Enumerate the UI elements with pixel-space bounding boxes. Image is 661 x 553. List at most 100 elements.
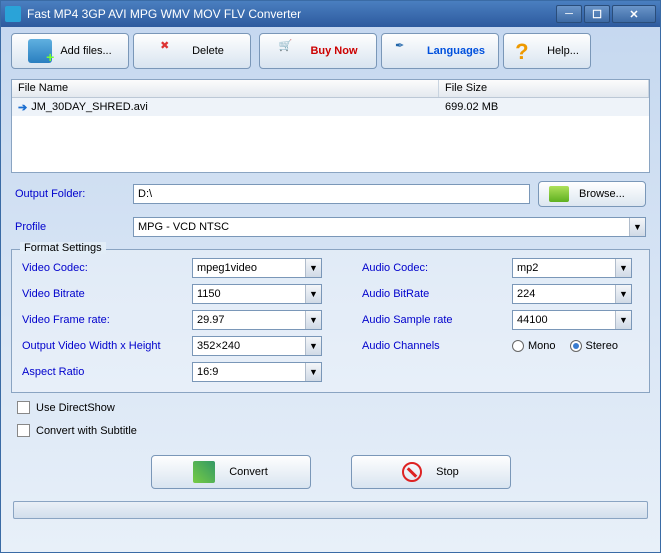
audio-bitrate-label: Audio BitRate	[362, 288, 512, 300]
buy-now-button[interactable]: 🛒 Buy Now	[259, 33, 377, 69]
toolbar: Add files... ✖ Delete 🛒 Buy Now ✒ Langua…	[1, 27, 660, 75]
languages-label: Languages	[427, 45, 485, 57]
col-header-filename[interactable]: File Name	[12, 80, 439, 97]
stereo-label: Stereo	[586, 340, 618, 352]
browse-label: Browse...	[579, 188, 625, 200]
chevron-down-icon: ▼	[305, 311, 321, 329]
chevron-down-icon: ▼	[305, 337, 321, 355]
languages-button[interactable]: ✒ Languages	[381, 33, 499, 69]
delete-button[interactable]: ✖ Delete	[133, 33, 251, 69]
mono-radio[interactable]: Mono	[512, 340, 556, 352]
audio-codec-dropdown[interactable]: mp2 ▼	[512, 258, 632, 278]
row-filename-cell: ➔ JM_30DAY_SHRED.avi	[12, 101, 439, 114]
audio-channels-group: Mono Stereo	[512, 340, 632, 352]
audio-sample-label: Audio Sample rate	[362, 314, 512, 326]
file-list[interactable]: File Name File Size ➔ JM_30DAY_SHRED.avi…	[11, 79, 650, 173]
stop-button[interactable]: Stop	[351, 455, 511, 489]
file-list-header: File Name File Size	[12, 80, 649, 98]
action-row: Convert Stop	[11, 445, 650, 495]
stereo-radio[interactable]: Stereo	[570, 340, 618, 352]
minimize-button[interactable]: ─	[556, 5, 582, 23]
directshow-row: Use DirectShow	[11, 399, 650, 416]
directshow-checkbox[interactable]	[17, 401, 30, 414]
chevron-down-icon: ▼	[615, 285, 631, 303]
chevron-down-icon: ▼	[305, 285, 321, 303]
audio-codec-value: mp2	[517, 262, 538, 274]
help-icon: ?	[515, 39, 539, 63]
video-size-label: Output Video Width x Height	[22, 340, 192, 352]
app-window: Fast MP4 3GP AVI MPG WMV MOV FLV Convert…	[0, 0, 661, 553]
stop-label: Stop	[436, 466, 459, 478]
subtitle-row: Convert with Subtitle	[11, 422, 650, 439]
add-files-label: Add files...	[60, 45, 111, 57]
titlebar: Fast MP4 3GP AVI MPG WMV MOV FLV Convert…	[1, 1, 660, 27]
help-button[interactable]: ? Help...	[503, 33, 591, 69]
languages-icon: ✒	[395, 39, 419, 63]
subtitle-checkbox[interactable]	[17, 424, 30, 437]
audio-sample-value: 44100	[517, 314, 548, 326]
arrow-right-icon: ➔	[18, 101, 27, 114]
col-header-filesize[interactable]: File Size	[439, 80, 649, 97]
profile-row: Profile MPG - VCD NTSC ▼	[11, 215, 650, 239]
video-bitrate-dropdown[interactable]: 1150 ▼	[192, 284, 322, 304]
row-filename: JM_30DAY_SHRED.avi	[31, 101, 148, 113]
video-bitrate-label: Video Bitrate	[22, 288, 192, 300]
app-icon	[5, 6, 21, 22]
output-folder-label: Output Folder:	[15, 188, 125, 200]
progress-bar	[13, 501, 648, 519]
chevron-down-icon: ▼	[615, 259, 631, 277]
row-filesize: 699.02 MB	[439, 101, 649, 113]
convert-icon	[193, 461, 215, 483]
aspect-ratio-dropdown[interactable]: 16:9 ▼	[192, 362, 322, 382]
maximize-button[interactable]: ☐	[584, 5, 610, 23]
stop-icon	[402, 462, 422, 482]
output-folder-row: Output Folder: Browse...	[11, 179, 650, 209]
format-settings-group: Format Settings Video Codec: mpeg1video▼…	[11, 249, 650, 393]
mono-label: Mono	[528, 340, 556, 352]
cart-icon: 🛒	[278, 39, 302, 63]
chevron-down-icon: ▼	[615, 311, 631, 329]
buy-now-label: Buy Now	[310, 45, 357, 57]
profile-label: Profile	[15, 221, 125, 233]
video-framerate-dropdown[interactable]: 29.97 ▼	[192, 310, 322, 330]
chevron-down-icon: ▼	[629, 218, 645, 236]
convert-button[interactable]: Convert	[151, 455, 311, 489]
add-files-icon	[28, 39, 52, 63]
convert-label: Convert	[229, 466, 268, 478]
browse-button[interactable]: Browse...	[538, 181, 646, 207]
profile-dropdown[interactable]: MPG - VCD NTSC ▼	[133, 217, 646, 237]
audio-bitrate-value: 224	[517, 288, 535, 300]
radio-icon	[512, 340, 524, 352]
folder-icon	[549, 186, 569, 202]
help-label: Help...	[547, 45, 579, 57]
video-codec-value: mpeg1video	[197, 262, 257, 274]
video-framerate-label: Video Frame rate:	[22, 314, 192, 326]
subtitle-label: Convert with Subtitle	[36, 425, 137, 437]
video-size-dropdown[interactable]: 352×240▼	[192, 336, 322, 356]
profile-value: MPG - VCD NTSC	[138, 221, 229, 233]
chevron-down-icon: ▼	[305, 363, 321, 381]
window-buttons: ─ ☐ ✕	[556, 5, 656, 23]
video-codec-dropdown[interactable]: mpeg1video ▼	[192, 258, 322, 278]
delete-icon: ✖	[160, 39, 184, 63]
delete-label: Delete	[192, 45, 224, 57]
audio-channels-label: Audio Channels	[362, 340, 512, 352]
audio-sample-dropdown[interactable]: 44100 ▼	[512, 310, 632, 330]
audio-bitrate-dropdown[interactable]: 224 ▼	[512, 284, 632, 304]
content: File Name File Size ➔ JM_30DAY_SHRED.avi…	[1, 75, 660, 552]
video-bitrate-value: 1150	[197, 288, 221, 300]
output-folder-input[interactable]	[133, 184, 530, 204]
format-settings-grid: Video Codec: mpeg1video▼ Audio Codec: mp…	[22, 258, 639, 382]
radio-icon	[570, 340, 582, 352]
audio-codec-label: Audio Codec:	[362, 262, 512, 274]
video-framerate-value: 29.97	[197, 314, 225, 326]
format-settings-legend: Format Settings	[20, 242, 106, 254]
directshow-label: Use DirectShow	[36, 402, 115, 414]
aspect-ratio-value: 16:9	[197, 366, 218, 378]
window-title: Fast MP4 3GP AVI MPG WMV MOV FLV Convert…	[27, 7, 556, 21]
close-button[interactable]: ✕	[612, 5, 656, 23]
chevron-down-icon: ▼	[305, 259, 321, 277]
add-files-button[interactable]: Add files...	[11, 33, 129, 69]
table-row[interactable]: ➔ JM_30DAY_SHRED.avi 699.02 MB	[12, 98, 649, 116]
aspect-ratio-label: Aspect Ratio	[22, 366, 192, 378]
